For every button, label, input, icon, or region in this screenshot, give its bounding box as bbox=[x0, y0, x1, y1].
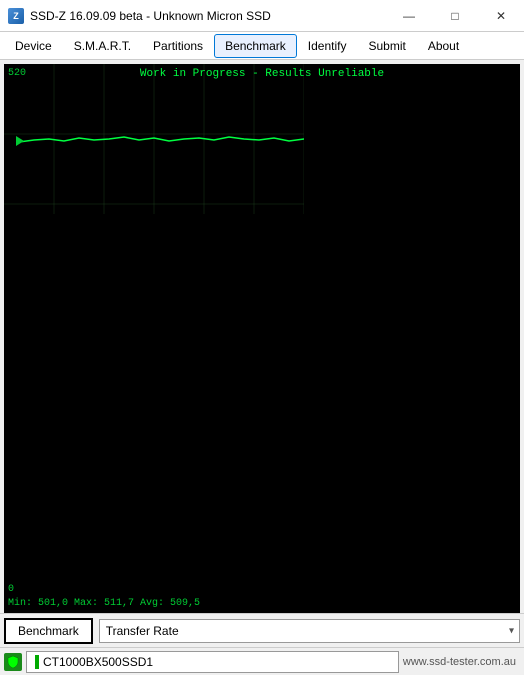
menu-item-identify[interactable]: Identify bbox=[297, 34, 358, 58]
drive-info-box: CT1000BX500SSD1 bbox=[26, 651, 399, 673]
drive-name-label: CT1000BX500SSD1 bbox=[43, 655, 153, 669]
menu-item-benchmark[interactable]: Benchmark bbox=[214, 34, 297, 58]
chart-y-top-label: 520 bbox=[8, 68, 26, 79]
chart-grid-svg bbox=[4, 64, 304, 214]
status-shield-icon bbox=[4, 653, 22, 671]
benchmark-button[interactable]: Benchmark bbox=[4, 618, 93, 644]
drive-status-indicator bbox=[35, 655, 39, 669]
close-button[interactable]: ✕ bbox=[478, 0, 524, 32]
menu-item-device[interactable]: Device bbox=[4, 34, 63, 58]
window-controls: — □ ✕ bbox=[386, 0, 524, 32]
chart-stats-label: Min: 501,0 Max: 511,7 Avg: 509,5 bbox=[8, 598, 200, 609]
website-label: www.ssd-tester.com.au bbox=[403, 656, 520, 668]
chart-y-bottom-label: 0 bbox=[8, 584, 14, 595]
benchmark-chart: Work in Progress - Results Unreliable 52… bbox=[4, 64, 520, 613]
chart-top-label: Work in Progress - Results Unreliable bbox=[140, 68, 384, 80]
menu-bar: Device S.M.A.R.T. Partitions Benchmark I… bbox=[0, 32, 524, 60]
title-bar-left: Z SSD-Z 16.09.09 beta - Unknown Micron S… bbox=[8, 8, 271, 24]
menu-item-about[interactable]: About bbox=[417, 34, 470, 58]
controls-bar: Benchmark Transfer Rate Access Time IOPS… bbox=[0, 613, 524, 647]
menu-item-partitions[interactable]: Partitions bbox=[142, 34, 214, 58]
menu-item-smart[interactable]: S.M.A.R.T. bbox=[63, 34, 142, 58]
minimize-button[interactable]: — bbox=[386, 0, 432, 32]
status-bar: CT1000BX500SSD1 www.ssd-tester.com.au bbox=[0, 647, 524, 675]
main-content: Work in Progress - Results Unreliable 52… bbox=[0, 60, 524, 647]
title-bar: Z SSD-Z 16.09.09 beta - Unknown Micron S… bbox=[0, 0, 524, 32]
window-title: SSD-Z 16.09.09 beta - Unknown Micron SSD bbox=[30, 9, 271, 23]
transfer-type-dropdown-wrapper: Transfer Rate Access Time IOPS ▾ bbox=[99, 619, 520, 643]
maximize-button[interactable]: □ bbox=[432, 0, 478, 32]
transfer-type-select[interactable]: Transfer Rate Access Time IOPS bbox=[99, 619, 520, 643]
menu-item-submit[interactable]: Submit bbox=[357, 34, 416, 58]
app-icon: Z bbox=[8, 8, 24, 24]
